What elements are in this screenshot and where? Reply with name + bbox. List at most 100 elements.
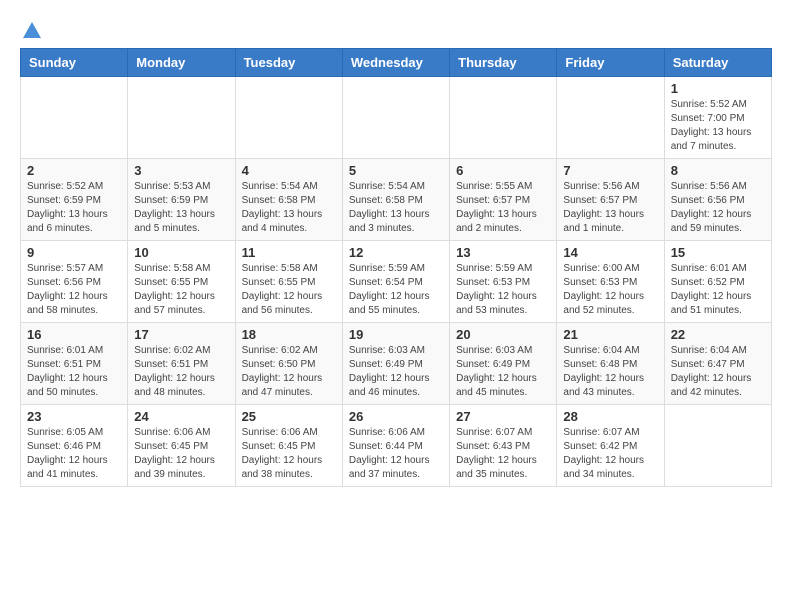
calendar-day-cell: 26 Sunrise: 6:06 AM Sunset: 6:44 PM Dayli…: [342, 405, 449, 487]
day-info: Sunrise: 5:59 AM Sunset: 6:54 PM Dayligh…: [349, 262, 443, 318]
day-info: Sunrise: 6:06 AM Sunset: 6:44 PM Dayligh…: [349, 426, 443, 482]
day-number: 4: [242, 163, 336, 178]
day-number: 1: [671, 81, 765, 96]
day-info: Sunrise: 5:52 AM Sunset: 7:00 PM Dayligh…: [671, 98, 765, 154]
day-info: Sunrise: 5:58 AM Sunset: 6:55 PM Dayligh…: [134, 262, 228, 318]
day-info: Sunrise: 5:54 AM Sunset: 6:58 PM Dayligh…: [242, 180, 336, 236]
calendar-day-cell: 22 Sunrise: 6:04 AM Sunset: 6:47 PM Dayli…: [664, 323, 771, 405]
day-number: 16: [27, 327, 121, 342]
day-number: 24: [134, 409, 228, 424]
day-info: Sunrise: 6:07 AM Sunset: 6:42 PM Dayligh…: [563, 426, 657, 482]
calendar-day-cell: 3Sunrise: 5:53 AM Sunset: 6:59 PM Daylig…: [128, 159, 235, 241]
day-info: Sunrise: 5:58 AM Sunset: 6:55 PM Dayligh…: [242, 262, 336, 318]
calendar-day-cell: [21, 77, 128, 159]
day-info: Sunrise: 6:00 AM Sunset: 6:53 PM Dayligh…: [563, 262, 657, 318]
calendar-day-cell: 11 Sunrise: 5:58 AM Sunset: 6:55 PM Dayli…: [235, 241, 342, 323]
calendar-day-cell: 21 Sunrise: 6:04 AM Sunset: 6:48 PM Dayli…: [557, 323, 664, 405]
calendar-day-cell: [557, 77, 664, 159]
day-number: 19: [349, 327, 443, 342]
day-info: Sunrise: 5:53 AM Sunset: 6:59 PM Dayligh…: [134, 180, 228, 236]
calendar-day-cell: 24 Sunrise: 6:06 AM Sunset: 6:45 PM Dayli…: [128, 405, 235, 487]
calendar-day-cell: [128, 77, 235, 159]
calendar: SundayMondayTuesdayWednesdayThursdayFrid…: [20, 48, 772, 487]
day-number: 14: [563, 245, 657, 260]
calendar-day-cell: 12 Sunrise: 5:59 AM Sunset: 6:54 PM Dayli…: [342, 241, 449, 323]
day-number: 10: [134, 245, 228, 260]
calendar-day-cell: 16 Sunrise: 6:01 AM Sunset: 6:51 PM Dayli…: [21, 323, 128, 405]
calendar-day-cell: 18 Sunrise: 6:02 AM Sunset: 6:50 PM Dayli…: [235, 323, 342, 405]
calendar-day-cell: 6 Sunrise: 5:55 AM Sunset: 6:57 PM Daylig…: [450, 159, 557, 241]
day-of-week-header: Tuesday: [235, 49, 342, 77]
calendar-day-cell: 13 Sunrise: 5:59 AM Sunset: 6:53 PM Dayli…: [450, 241, 557, 323]
calendar-day-cell: 1 Sunrise: 5:52 AM Sunset: 7:00 PM Daylig…: [664, 77, 771, 159]
calendar-week-row: 23 Sunrise: 6:05 AM Sunset: 6:46 PM Dayli…: [21, 405, 772, 487]
day-info: Sunrise: 5:59 AM Sunset: 6:53 PM Dayligh…: [456, 262, 550, 318]
day-info: Sunrise: 5:56 AM Sunset: 6:56 PM Dayligh…: [671, 180, 765, 236]
day-info: Sunrise: 6:04 AM Sunset: 6:47 PM Dayligh…: [671, 344, 765, 400]
calendar-week-row: 1 Sunrise: 5:52 AM Sunset: 7:00 PM Daylig…: [21, 77, 772, 159]
day-number: 21: [563, 327, 657, 342]
day-number: 5: [349, 163, 443, 178]
calendar-day-cell: 7 Sunrise: 5:56 AM Sunset: 6:57 PM Daylig…: [557, 159, 664, 241]
day-of-week-header: Sunday: [21, 49, 128, 77]
logo-text: [20, 20, 44, 38]
day-number: 6: [456, 163, 550, 178]
day-number: 13: [456, 245, 550, 260]
calendar-day-cell: 28 Sunrise: 6:07 AM Sunset: 6:42 PM Dayli…: [557, 405, 664, 487]
day-number: 18: [242, 327, 336, 342]
day-of-week-header: Thursday: [450, 49, 557, 77]
day-of-week-header: Friday: [557, 49, 664, 77]
calendar-day-cell: 2Sunrise: 5:52 AM Sunset: 6:59 PM Daylig…: [21, 159, 128, 241]
day-info: Sunrise: 6:01 AM Sunset: 6:52 PM Dayligh…: [671, 262, 765, 318]
day-number: 17: [134, 327, 228, 342]
calendar-week-row: 16 Sunrise: 6:01 AM Sunset: 6:51 PM Dayli…: [21, 323, 772, 405]
calendar-day-cell: 23 Sunrise: 6:05 AM Sunset: 6:46 PM Dayli…: [21, 405, 128, 487]
day-number: 15: [671, 245, 765, 260]
day-number: 26: [349, 409, 443, 424]
day-number: 7: [563, 163, 657, 178]
day-info: Sunrise: 6:06 AM Sunset: 6:45 PM Dayligh…: [242, 426, 336, 482]
day-number: 12: [349, 245, 443, 260]
day-number: 20: [456, 327, 550, 342]
calendar-day-cell: 4 Sunrise: 5:54 AM Sunset: 6:58 PM Daylig…: [235, 159, 342, 241]
day-number: 23: [27, 409, 121, 424]
day-number: 9: [27, 245, 121, 260]
calendar-header-row: SundayMondayTuesdayWednesdayThursdayFrid…: [21, 49, 772, 77]
calendar-day-cell: [664, 405, 771, 487]
day-info: Sunrise: 6:06 AM Sunset: 6:45 PM Dayligh…: [134, 426, 228, 482]
calendar-day-cell: [450, 77, 557, 159]
day-number: 25: [242, 409, 336, 424]
calendar-day-cell: 15 Sunrise: 6:01 AM Sunset: 6:52 PM Dayli…: [664, 241, 771, 323]
day-info: Sunrise: 6:02 AM Sunset: 6:51 PM Dayligh…: [134, 344, 228, 400]
day-number: 11: [242, 245, 336, 260]
calendar-day-cell: 5 Sunrise: 5:54 AM Sunset: 6:58 PM Daylig…: [342, 159, 449, 241]
day-number: 28: [563, 409, 657, 424]
day-info: Sunrise: 5:55 AM Sunset: 6:57 PM Dayligh…: [456, 180, 550, 236]
day-info: Sunrise: 6:04 AM Sunset: 6:48 PM Dayligh…: [563, 344, 657, 400]
calendar-day-cell: 9 Sunrise: 5:57 AM Sunset: 6:56 PM Daylig…: [21, 241, 128, 323]
day-info: Sunrise: 6:07 AM Sunset: 6:43 PM Dayligh…: [456, 426, 550, 482]
day-number: 27: [456, 409, 550, 424]
day-info: Sunrise: 6:05 AM Sunset: 6:46 PM Dayligh…: [27, 426, 121, 482]
day-info: Sunrise: 5:54 AM Sunset: 6:58 PM Dayligh…: [349, 180, 443, 236]
day-info: Sunrise: 6:02 AM Sunset: 6:50 PM Dayligh…: [242, 344, 336, 400]
day-of-week-header: Monday: [128, 49, 235, 77]
day-info: Sunrise: 6:03 AM Sunset: 6:49 PM Dayligh…: [349, 344, 443, 400]
day-of-week-header: Wednesday: [342, 49, 449, 77]
calendar-day-cell: [235, 77, 342, 159]
calendar-week-row: 2Sunrise: 5:52 AM Sunset: 6:59 PM Daylig…: [21, 159, 772, 241]
page-header: [20, 20, 772, 38]
calendar-week-row: 9 Sunrise: 5:57 AM Sunset: 6:56 PM Daylig…: [21, 241, 772, 323]
day-info: Sunrise: 5:56 AM Sunset: 6:57 PM Dayligh…: [563, 180, 657, 236]
logo: [20, 20, 44, 38]
day-info: Sunrise: 5:57 AM Sunset: 6:56 PM Dayligh…: [27, 262, 121, 318]
day-number: 2: [27, 163, 121, 178]
day-number: 22: [671, 327, 765, 342]
calendar-day-cell: 27 Sunrise: 6:07 AM Sunset: 6:43 PM Dayli…: [450, 405, 557, 487]
calendar-day-cell: [342, 77, 449, 159]
day-of-week-header: Saturday: [664, 49, 771, 77]
logo-icon: [21, 20, 43, 42]
day-info: Sunrise: 6:01 AM Sunset: 6:51 PM Dayligh…: [27, 344, 121, 400]
calendar-day-cell: 8Sunrise: 5:56 AM Sunset: 6:56 PM Daylig…: [664, 159, 771, 241]
day-info: Sunrise: 6:03 AM Sunset: 6:49 PM Dayligh…: [456, 344, 550, 400]
